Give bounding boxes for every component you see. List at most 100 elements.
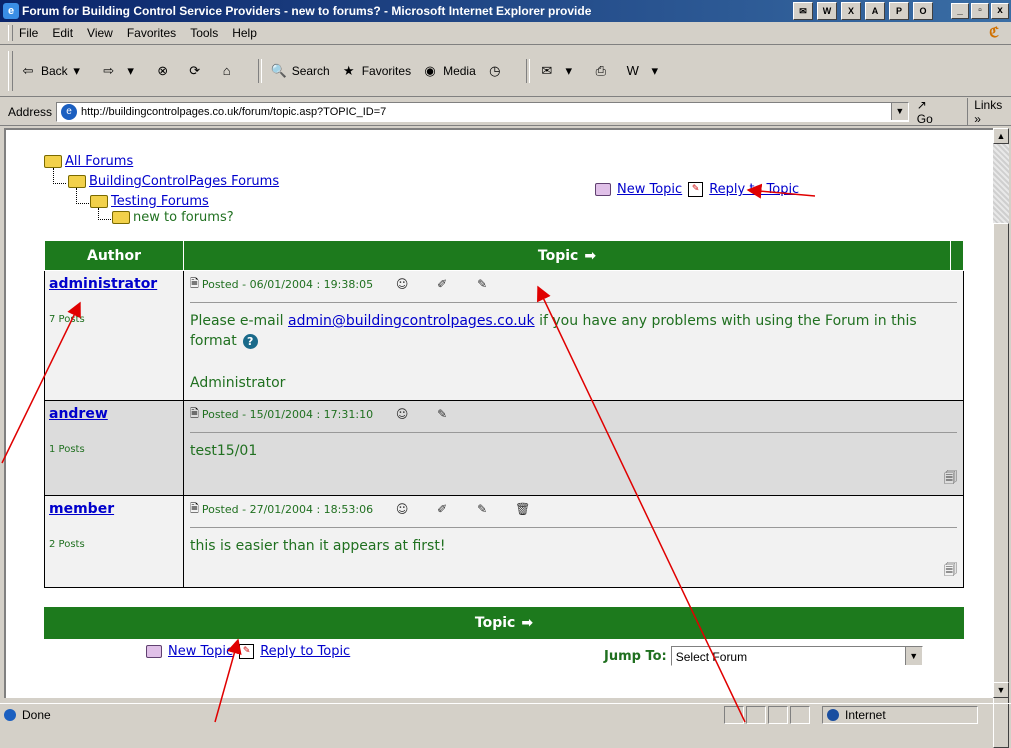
forward-arrow-icon: ⇨ — [103, 63, 115, 78]
address-url[interactable]: http://buildingcontrolpages.co.uk/forum/… — [81, 106, 386, 118]
toolbar-grip[interactable] — [8, 51, 13, 91]
back-button[interactable]: ⇦ Back ▾ — [19, 62, 90, 80]
all-forums-link[interactable]: All Forums — [65, 154, 133, 169]
excel-icon[interactable]: X — [841, 2, 861, 20]
menu-grip[interactable] — [8, 25, 13, 41]
ie-icon: e — [3, 3, 19, 19]
menu-help[interactable]: Help — [232, 26, 257, 40]
address-input[interactable]: e http://buildingcontrolpages.co.uk/foru… — [56, 102, 909, 122]
chevron-down-icon[interactable]: ▼ — [904, 647, 922, 665]
profile-icon[interactable]: ☺ — [395, 277, 409, 291]
chevron-down-icon[interactable]: ▾ — [122, 62, 140, 80]
reply-quote-icon[interactable]: ✎ — [475, 502, 489, 516]
window-controls: _ ▫ x — [951, 3, 1009, 19]
media-button[interactable]: ◉ Media — [421, 62, 475, 80]
quote-icon[interactable]: 🗐 — [944, 561, 957, 583]
edit-button[interactable]: W ▾ — [624, 62, 668, 80]
back-label: Back — [41, 64, 68, 78]
forward-button[interactable]: ⇨ ▾ — [100, 62, 144, 80]
author-link[interactable]: member — [49, 501, 179, 517]
next-topic-icon[interactable]: ➡ — [521, 615, 533, 631]
current-topic-label: new to forums? — [133, 210, 234, 225]
menu-view[interactable]: View — [87, 26, 113, 40]
reply-quote-icon[interactable]: ✎ — [435, 407, 449, 421]
breadcrumb-current-topic: new to forums? — [112, 210, 234, 225]
page-content: All Forums BuildingControlPages Forums T… — [4, 128, 993, 698]
refresh-button[interactable]: ⟳ — [186, 62, 208, 80]
word-icon[interactable]: W — [817, 2, 837, 20]
post-meta: 🗎 Posted - 27/01/2004 : 18:53:06 ☺ ✐ ✎ 🗑 — [190, 501, 957, 517]
quote-icon[interactable]: 🗐 — [944, 469, 957, 491]
toolbar-separator — [257, 59, 262, 83]
reply-icon[interactable]: ✎ — [239, 644, 255, 659]
mail-button[interactable]: ✉ ▾ — [538, 62, 582, 80]
folder-icon — [68, 175, 86, 188]
reply-quote-icon[interactable]: ✎ — [475, 277, 489, 291]
home-button[interactable]: ⌂ — [218, 62, 240, 80]
favorites-button[interactable]: ★ Favorites — [340, 62, 411, 80]
tree-line — [98, 208, 111, 220]
status-pane — [746, 706, 766, 724]
author-link[interactable]: administrator — [49, 276, 179, 292]
message-text: Please e-mail — [190, 313, 288, 329]
new-topic-icon[interactable] — [146, 645, 162, 658]
testing-forums-link[interactable]: Testing Forums — [111, 194, 209, 209]
new-topic-link-top[interactable]: New Topic — [617, 182, 682, 197]
minimize-button[interactable]: _ — [951, 3, 969, 19]
author-cell: member 2 Posts — [44, 495, 184, 588]
window-title: Forum for Building Control Service Provi… — [22, 4, 592, 18]
menu-file[interactable]: File — [19, 26, 38, 40]
menu-tools[interactable]: Tools — [190, 26, 218, 40]
links-button[interactable]: Links » — [967, 98, 1011, 126]
access-icon[interactable]: A — [865, 2, 885, 20]
new-topic-icon[interactable] — [595, 183, 611, 196]
forum-select[interactable]: Select Forum ▼ — [670, 646, 923, 666]
posted-date: Posted - 15/01/2004 : 17:31:10 — [201, 407, 374, 421]
vertical-scrollbar[interactable]: ▲ ▼ — [993, 128, 1009, 748]
bcp-forums-link[interactable]: BuildingControlPages Forums — [89, 174, 279, 189]
author-link[interactable]: andrew — [49, 406, 179, 422]
post-doc-icon: 🗎 — [190, 276, 199, 290]
menu-favorites[interactable]: Favorites — [127, 26, 176, 40]
chevron-down-icon[interactable]: ▾ — [68, 62, 86, 80]
stop-button[interactable]: ⊗ — [154, 62, 176, 80]
email-link[interactable]: admin@buildingcontrolpages.co.uk — [288, 313, 535, 329]
publisher-icon[interactable]: P — [889, 2, 909, 20]
scroll-thumb[interactable] — [993, 223, 1009, 748]
top-actions: New Topic ✎ Reply to Topic — [595, 182, 799, 197]
status-pane — [790, 706, 810, 724]
profile-icon[interactable]: ☺ — [395, 502, 409, 516]
history-button[interactable]: ◷ — [486, 62, 508, 80]
outlook-icon[interactable]: O — [913, 2, 933, 20]
toolbar-separator — [525, 59, 530, 83]
delete-icon[interactable]: 🗑 — [515, 502, 530, 516]
post-cell: 🗎 Posted - 15/01/2004 : 17:31:10 ☺ ✎ tes… — [183, 400, 964, 496]
post-count: 1 Posts — [49, 444, 85, 455]
tree-line — [76, 188, 89, 204]
footer-topic-label: Topic — [474, 615, 516, 631]
reply-to-topic-link-top[interactable]: Reply to Topic — [709, 182, 799, 197]
address-dropdown-icon[interactable]: ▼ — [890, 103, 908, 120]
edit-icon[interactable]: ✐ — [435, 277, 449, 291]
mail-icon[interactable]: ✉ — [793, 2, 813, 20]
profile-icon[interactable]: ☺ — [395, 407, 409, 421]
search-button[interactable]: 🔍 Search — [270, 62, 330, 80]
internet-zone-icon — [827, 709, 839, 721]
chevron-down-icon: ▾ — [565, 63, 573, 78]
post-message: Please e-mail admin@buildingcontrolpages… — [190, 311, 957, 351]
menu-edit[interactable]: Edit — [52, 26, 73, 40]
next-topic-icon[interactable]: ➡ — [584, 248, 596, 264]
maximize-button[interactable]: ▫ — [971, 3, 989, 19]
close-button[interactable]: x — [991, 3, 1009, 19]
scroll-down-icon[interactable]: ▼ — [993, 682, 1009, 698]
scroll-up-icon[interactable]: ▲ — [993, 128, 1009, 144]
tree-line — [53, 168, 66, 184]
edit-icon[interactable]: ✐ — [435, 502, 449, 516]
new-topic-link-bottom[interactable]: New Topic — [168, 644, 233, 659]
reply-icon[interactable]: ✎ — [688, 182, 704, 197]
table-header: Author Topic ➡ — [44, 240, 964, 271]
author-header: Author — [44, 240, 184, 271]
print-button[interactable]: ⎙ — [592, 62, 614, 80]
go-button[interactable]: ↗ Go — [917, 98, 945, 126]
reply-to-topic-link-bottom[interactable]: Reply to Topic — [260, 644, 350, 659]
